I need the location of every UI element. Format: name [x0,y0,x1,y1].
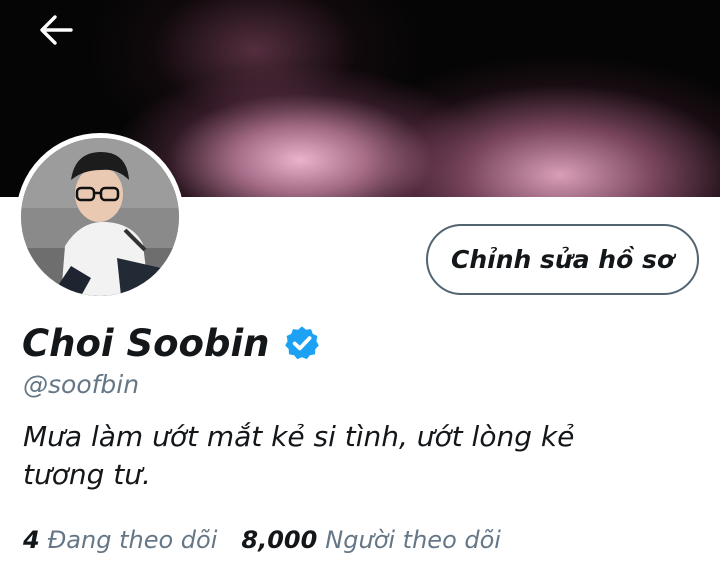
user-handle: @soofbin [23,370,140,399]
following-count: 4 [23,526,40,554]
following-link[interactable]: 4 Đang theo dõi [23,526,217,554]
avatar-photo [21,138,179,296]
edit-profile-button[interactable]: Chỉnh sửa hồ sơ [426,224,699,295]
followers-count: 8,000 [241,526,318,554]
followers-link[interactable]: 8,000 Người theo dõi [241,526,501,554]
back-button[interactable] [34,10,78,50]
verified-badge-icon [285,326,320,360]
display-name: Choi Soobin [22,321,270,365]
name-row: Choi Soobin [22,318,321,368]
profile-stats: 4 Đang theo dõi 8,000 Người theo dõi [23,526,501,554]
followers-label: Người theo dõi [325,526,501,554]
arrow-left-icon [40,15,73,45]
bio-line: tương tư. [23,458,151,491]
bio-line: Mưa làm ướt mắt kẻ si tình, ướt lòng kẻ [23,420,575,453]
avatar[interactable] [16,133,184,301]
profile-bio: Mưa làm ướt mắt kẻ si tình, ướt lòng kẻ … [23,418,683,494]
following-label: Đang theo dõi [47,526,218,554]
